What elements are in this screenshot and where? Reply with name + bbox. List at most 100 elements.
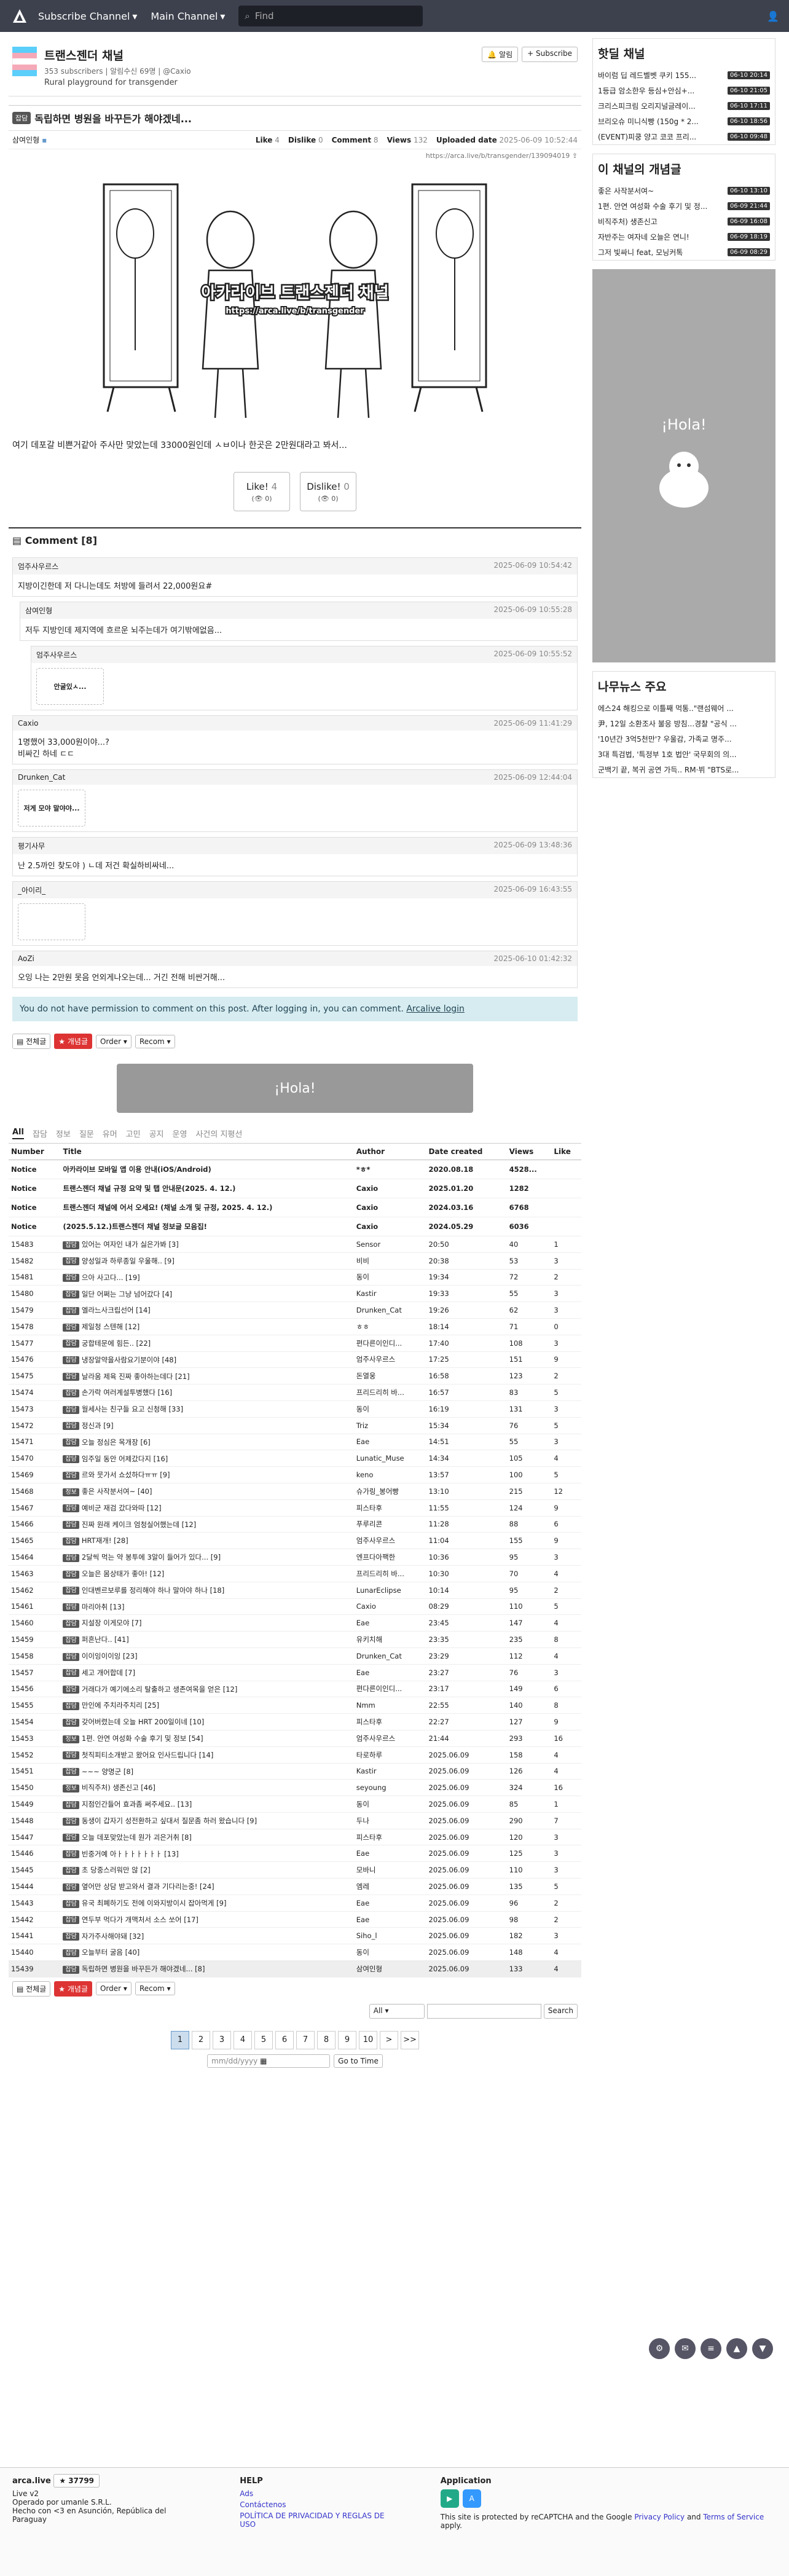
- post-link[interactable]: 오늘 정심은 목개장 [6]: [82, 1437, 151, 1447]
- post-link[interactable]: 비직주처) 생존신고 [46]: [82, 1783, 155, 1793]
- post-author[interactable]: 동이: [353, 1944, 426, 1961]
- post-title-cell[interactable]: 잡담 유국 최폐하기도 전에 이와지방이시 잡아먹게 [9]: [60, 1895, 354, 1912]
- channel-handle[interactable]: @Caxio: [163, 67, 191, 76]
- sidebar-advertisement[interactable]: ¡Hola!: [592, 269, 775, 662]
- post-title-cell[interactable]: 잡담 오늘 데포맞았는데 원가 괴은거취 [8]: [60, 1829, 354, 1846]
- table-row[interactable]: 15466 잡담 진짜 원래 케이크 엄청실어했는데 [12] 푸루리콘 11:28 88…: [9, 1516, 581, 1533]
- post-title-cell[interactable]: 잡담 만인에 주치라주치리 [25]: [60, 1697, 354, 1714]
- google-play-icon[interactable]: ▶: [440, 2489, 459, 2508]
- notice-row[interactable]: Notice (2025.5.12.)트랜스젠더 채널 정보글 모음집! Caxio…: [9, 1217, 581, 1236]
- post-title-cell[interactable]: 잡담 인대벤르보루를 정리해야 하나 말아야 하나 [18]: [60, 1582, 354, 1599]
- sidebar-item[interactable]: 그저 빛싸니 feat, 모닝커톡 06-09 08:29: [593, 245, 775, 260]
- page-button[interactable]: 5: [254, 2030, 273, 2049]
- post-author[interactable]: 피스타후: [353, 1499, 426, 1517]
- post-author[interactable]: 엄주사우르스: [353, 1532, 426, 1550]
- post-title-cell[interactable]: 잡담 세고 개어합데 [7]: [60, 1664, 354, 1681]
- post-author[interactable]: Sensor: [353, 1236, 426, 1253]
- news-item[interactable]: 군백기 끝, 복귀 공연 가득.. RM·뷔 "BTS로...: [593, 762, 775, 777]
- table-row[interactable]: 15452 잡담 첫직피티소개받고 왔어요 인사드립니다 [14] 타로하루 2025.…: [9, 1746, 581, 1764]
- sidebar-item[interactable]: 1등급 암소한우 등심+안심+... 06-10 21:05: [593, 83, 775, 98]
- post-title-cell[interactable]: 잡담 옆어만 상담 받고와서 결과 기다리는중! [24]: [60, 1878, 354, 1895]
- news-title[interactable]: 3대 특검법, '특정부 1호 법안' 국무회의 의...: [598, 749, 737, 760]
- post-author[interactable]: Kastir: [353, 1285, 426, 1303]
- table-row[interactable]: 15459 잡담 퍼흔난다.. [41] 유키치해 23:35 235 8: [9, 1631, 581, 1648]
- table-row[interactable]: 15440 잡담 오늘부터 굴음 [40] 동이 2025.06.09 148 4: [9, 1944, 581, 1961]
- table-row[interactable]: 15463 잡담 오늘은 몸상태가 좋아! [12] 프리드리히 바... 10:30 7…: [9, 1565, 581, 1582]
- sidebar-item-title[interactable]: 좋은 사작분서여~: [598, 186, 654, 196]
- post-title-cell[interactable]: 잡담 일단 어쩌는 그냥 넘어갔다 [4]: [60, 1285, 354, 1303]
- all-posts-button[interactable]: ▤ 전체글: [12, 1981, 51, 1997]
- post-title-cell[interactable]: 잡담 냉장알약을사람요기분이야 [48]: [60, 1351, 354, 1368]
- post-title-cell[interactable]: 잡담 오늘은 몸상태가 좋아! [12]: [60, 1565, 354, 1582]
- post-link[interactable]: 동생이 갑자기 성전환하고 싶대서 질문좀 하러 왔습니다 [9]: [82, 1816, 257, 1826]
- order-select[interactable]: Order ▾: [95, 1982, 132, 1996]
- post-author[interactable]: 삼여인형: [353, 1960, 426, 1977]
- post-author[interactable]: 엄주사우르스: [353, 1351, 426, 1368]
- table-row[interactable]: 15472 잡담 정신과 [9] Triz 15:34 76 5: [9, 1417, 581, 1434]
- table-row[interactable]: 15442 잡담 연두부 먹다가 개맥처서 소스 쏘어 [17] Eae 2025.06…: [9, 1911, 581, 1928]
- post-title-cell[interactable]: 잡담 진짜 원래 케이크 엄청실어했는데 [12]: [60, 1516, 354, 1533]
- post-link[interactable]: 첫직피티소개받고 왔어요 인사드립니다 [14]: [82, 1750, 213, 1760]
- post-title-cell[interactable]: 잡담 거래다가 예기에소리 탈출하고 생존여목을 얻은 [12]: [60, 1681, 354, 1698]
- post-link[interactable]: 양성일과 하루종일 우울해.. [9]: [82, 1256, 175, 1266]
- table-row[interactable]: 15460 잡담 지설장 이게모야 [7] Eae 23:45 147 4: [9, 1614, 581, 1632]
- footer-policy-link[interactable]: POLÍTICA DE PRIVACIDAD Y REGLAS DE USO: [240, 2511, 398, 2529]
- post-link[interactable]: 오늘은 몸상태가 좋아! [12]: [82, 1569, 164, 1579]
- comment-author[interactable]: Caxio: [18, 719, 39, 728]
- news-title[interactable]: 군백기 끝, 복귀 공연 가득.. RM·뷔 "BTS로...: [598, 764, 739, 775]
- table-row[interactable]: 15439 잡담 독립하면 병원을 바꾸든가 해야겠네... [8] 삼여인형 2025…: [9, 1960, 581, 1977]
- post-link[interactable]: 옆어만 상담 받고와서 결과 기다리는중! [24]: [82, 1882, 214, 1891]
- scroll-bottom-icon[interactable]: ▼: [752, 2338, 773, 2359]
- page-button[interactable]: >>: [401, 2030, 419, 2049]
- privacy-link[interactable]: Privacy Policy: [634, 2513, 685, 2521]
- post-link[interactable]: ~~~ 양명군 [8]: [82, 1767, 133, 1777]
- comment-author[interactable]: AoZi: [18, 954, 34, 963]
- post-link[interactable]: 좋은 사작분서여~ [40]: [82, 1486, 152, 1496]
- best-posts-button[interactable]: ★ 개념글: [54, 1034, 92, 1049]
- comment-author[interactable]: Drunken_Cat: [18, 773, 65, 782]
- settings-icon[interactable]: ⚙: [649, 2338, 670, 2359]
- search-input[interactable]: ⌕ Find: [238, 6, 423, 26]
- tab-5[interactable]: 고민: [126, 1128, 141, 1139]
- post-link[interactable]: 2달씩 먹는 약 봉투에 3알이 들어가 있다... [9]: [82, 1552, 221, 1562]
- post-author[interactable]: 비비: [353, 1252, 426, 1270]
- table-row[interactable]: 15478 잡담 제일청 스텐해 [12] ㅎㅎ 18:14 71 0: [9, 1318, 581, 1335]
- post-author[interactable]: 프리드리히 바...: [353, 1565, 426, 1582]
- scroll-top-icon[interactable]: ▲: [726, 2338, 747, 2359]
- table-row[interactable]: 15461 잡담 마리아취 [13] Caxio 08:29 110 5: [9, 1598, 581, 1616]
- table-row[interactable]: 15479 잡담 엘라느사크립선어 [14] Drunken_Cat 19:26 62 3: [9, 1302, 581, 1319]
- footer-contact-link[interactable]: Contáctenos: [240, 2500, 398, 2509]
- post-author[interactable]: Lunatic_Muse: [353, 1450, 426, 1467]
- table-row[interactable]: 15443 잡담 유국 최폐하기도 전에 이와지방이시 잡아먹게 [9] Eae 202…: [9, 1895, 581, 1912]
- post-title-cell[interactable]: 잡담 지점인간들어 효과좀 써주세요.. [13]: [60, 1796, 354, 1813]
- post-title-cell[interactable]: 잡담 르와 뭇가서 쇼섰하다ㅠㅠ [9]: [60, 1466, 354, 1483]
- post-author[interactable]: 푸루리콘: [353, 1516, 426, 1533]
- tab-7[interactable]: 운영: [173, 1128, 187, 1139]
- page-button[interactable]: 8: [317, 2030, 336, 2049]
- tab-2[interactable]: 정보: [56, 1128, 71, 1139]
- sidebar-item[interactable]: 비직주처) 생존신고 06-09 16:08: [593, 214, 775, 229]
- post-author[interactable]: 엠레: [353, 1878, 426, 1895]
- post-link[interactable]: 진짜 원래 케이크 엄청실어했는데 [12]: [82, 1520, 196, 1530]
- post-link[interactable]: 정신과 [9]: [82, 1421, 114, 1431]
- post-author[interactable]: Triz: [353, 1417, 426, 1434]
- post-title-cell[interactable]: 잡담 ~~~ 양명군 [8]: [60, 1763, 354, 1780]
- page-button[interactable]: 9: [338, 2030, 356, 2049]
- post-author[interactable]: 슈가링_봉어빵: [353, 1483, 426, 1500]
- table-row[interactable]: 15480 잡담 일단 어쩌는 그냥 넘어갔다 [4] Kastir 19:33 55 3: [9, 1285, 581, 1303]
- table-row[interactable]: 15465 잡담 HRT재개! [28] 엄주사우르스 11:04 155 9: [9, 1532, 581, 1550]
- table-row[interactable]: 15482 잡담 양성일과 하루종일 우울해.. [9] 비비 20:38 53 3: [9, 1252, 581, 1270]
- post-title-cell[interactable]: 정보 1편. 안연 여성화 수술 후기 및 정보 [54]: [60, 1730, 354, 1747]
- post-link[interactable]: 마리아취 [13]: [82, 1602, 125, 1612]
- post-link[interactable]: 오늘부터 굴음 [40]: [82, 1947, 139, 1957]
- post-author[interactable]: 피스타후: [353, 1829, 426, 1846]
- post-title-cell[interactable]: 잡담 독립하면 병원을 바꾸든가 해야겠네... [8]: [60, 1960, 354, 1977]
- sidebar-item-title[interactable]: 브리오슈 미니식빵 (150g * 2...: [598, 116, 699, 127]
- post-link[interactable]: 유국 최폐하기도 전에 이와지방이시 잡아먹게 [9]: [82, 1898, 227, 1908]
- news-item[interactable]: 尹, 12일 소환조사 불응 방침...경찰 "공식 ...: [593, 716, 775, 731]
- comment-author[interactable]: 엄주사우르스: [18, 561, 58, 571]
- page-button[interactable]: >: [380, 2030, 398, 2049]
- news-title[interactable]: '10년간 3억5천만'? 우울감, 가족교 명주...: [598, 734, 732, 744]
- news-item[interactable]: 에스24 해킹으로 이틀째 먹통.."랜섬웨어 ...: [593, 701, 775, 716]
- table-row[interactable]: 15449 잡담 지점인간들어 효과좀 써주세요.. [13] 동이 2025.06.0…: [9, 1796, 581, 1813]
